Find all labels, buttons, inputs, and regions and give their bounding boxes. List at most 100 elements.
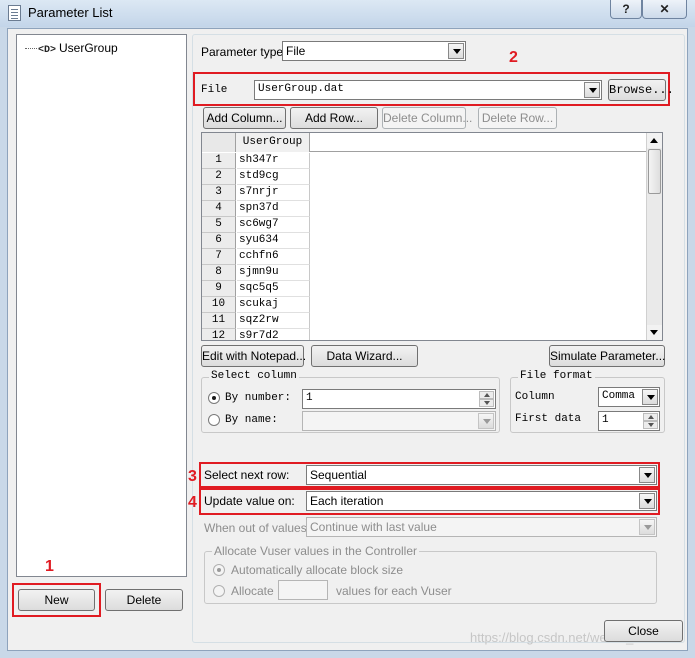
- row-number[interactable]: 1: [202, 153, 236, 169]
- row-number[interactable]: 5: [202, 217, 236, 233]
- tree-item-usergroup[interactable]: <D> UserGroup: [25, 41, 118, 56]
- allocate-label: Allocate: [231, 584, 274, 598]
- when-out-of-values-label: When out of values:: [204, 521, 311, 535]
- allocate-radio[interactable]: [213, 585, 225, 597]
- spin-down-icon[interactable]: [479, 399, 494, 407]
- row-number[interactable]: 8: [202, 265, 236, 281]
- first-data-input[interactable]: 1: [598, 411, 660, 431]
- chevron-down-icon: [448, 43, 464, 59]
- table-cell[interactable]: sjmn9u: [237, 265, 310, 281]
- table-row[interactable]: 7 cchfn6: [202, 249, 310, 265]
- by-number-radio[interactable]: [208, 392, 220, 404]
- help-button[interactable]: ?: [610, 0, 642, 19]
- grid-corner: [202, 133, 236, 152]
- spin-down-icon[interactable]: [643, 421, 658, 429]
- table-cell[interactable]: sh347r: [237, 153, 310, 169]
- allocate-count-input[interactable]: [278, 580, 328, 600]
- table-row[interactable]: 5 sc6wg7: [202, 217, 310, 233]
- spin-up-icon[interactable]: [479, 391, 494, 399]
- add-row-button[interactable]: Add Row...: [290, 107, 378, 129]
- row-number[interactable]: 9: [202, 281, 236, 297]
- table-cell[interactable]: spn37d: [237, 201, 310, 217]
- parameter-type-label: Parameter type:: [201, 45, 287, 59]
- column-delimiter-select[interactable]: Comma: [598, 387, 660, 407]
- table-cell[interactable]: scukaj: [237, 297, 310, 313]
- row-number[interactable]: 11: [202, 313, 236, 329]
- scroll-thumb[interactable]: [648, 149, 661, 194]
- select-next-row-select[interactable]: Sequential: [306, 465, 657, 485]
- scroll-down-icon[interactable]: [647, 325, 662, 340]
- table-row[interactable]: 8 sjmn9u: [202, 265, 310, 281]
- table-cell[interactable]: sc6wg7: [237, 217, 310, 233]
- table-cell[interactable]: std9cg: [237, 169, 310, 185]
- allocate-vuser-title: Allocate Vuser values in the Controller: [212, 544, 419, 558]
- update-value-on-select[interactable]: Each iteration: [306, 491, 657, 511]
- first-data-value: 1: [602, 414, 609, 426]
- simulate-parameter-button[interactable]: Simulate Parameter...: [549, 345, 665, 367]
- browse-button[interactable]: Browse...: [608, 79, 674, 101]
- table-row[interactable]: 4 spn37d: [202, 201, 310, 217]
- chevron-down-icon: [639, 519, 655, 535]
- file-select[interactable]: UserGroup.dat: [254, 80, 602, 100]
- row-number[interactable]: 7: [202, 249, 236, 265]
- edit-with-notepad-button[interactable]: Edit with Notepad...: [201, 345, 306, 367]
- delete-column-button[interactable]: Delete Column...: [382, 107, 472, 129]
- column-number-value: 1: [306, 392, 313, 404]
- delete-row-button[interactable]: Delete Row...: [478, 107, 557, 129]
- column-number-input[interactable]: 1: [302, 389, 496, 409]
- table-cell[interactable]: syu634: [237, 233, 310, 249]
- table-row[interactable]: 11 sqz2rw: [202, 313, 310, 329]
- parameter-tree[interactable]: <D> UserGroup: [16, 34, 187, 577]
- document-icon: [8, 5, 21, 21]
- grid-column-header[interactable]: UserGroup: [236, 133, 310, 152]
- select-column-title: Select column: [209, 370, 299, 382]
- table-row[interactable]: 2 std9cg: [202, 169, 310, 185]
- when-out-of-values-value: Continue with last value: [310, 520, 437, 534]
- add-column-button[interactable]: Add Column...: [203, 107, 286, 129]
- row-number[interactable]: 12: [202, 329, 236, 340]
- allocate-suffix-label: values for each Vuser: [336, 584, 452, 598]
- chevron-down-icon: [584, 82, 600, 98]
- table-cell[interactable]: sqz2rw: [237, 313, 310, 329]
- data-wizard-button[interactable]: Data Wizard...: [311, 345, 418, 367]
- table-cell[interactable]: s7nrjr: [237, 185, 310, 201]
- delete-button[interactable]: Delete: [105, 589, 183, 611]
- row-number[interactable]: 4: [202, 201, 236, 217]
- column-delimiter-value: Comma: [602, 390, 636, 402]
- row-number[interactable]: 6: [202, 233, 236, 249]
- table-cell[interactable]: sqc5q5: [237, 281, 310, 297]
- table-row[interactable]: 3 s7nrjr: [202, 185, 310, 201]
- tree-connector: [25, 48, 37, 50]
- file-format-title: File format: [518, 370, 595, 382]
- parameter-type-value: File: [286, 44, 306, 58]
- table-cell[interactable]: cchfn6: [237, 249, 310, 265]
- by-name-radio[interactable]: [208, 414, 220, 426]
- table-row[interactable]: 9 sqc5q5: [202, 281, 310, 297]
- table-row[interactable]: 12 s9r7d2: [202, 329, 310, 340]
- by-number-label: By number:: [225, 392, 292, 404]
- auto-allocate-radio[interactable]: [213, 564, 225, 576]
- close-button[interactable]: Close: [604, 620, 683, 642]
- row-number[interactable]: 3: [202, 185, 236, 201]
- parameter-data-grid[interactable]: UserGroup 1 sh347r 2 std9cg 3 s7nrjr 4 spn37d 5 s…: [201, 132, 663, 341]
- table-row[interactable]: 6 syu634: [202, 233, 310, 249]
- auto-allocate-label: Automatically allocate block size: [231, 563, 404, 577]
- column-delimiter-label: Column: [515, 391, 555, 403]
- table-row[interactable]: 10 scukaj: [202, 297, 310, 313]
- grid-vertical-scrollbar[interactable]: [646, 133, 662, 340]
- scroll-up-icon[interactable]: [647, 133, 662, 148]
- parameter-icon: <D>: [38, 45, 57, 56]
- parameter-type-select[interactable]: File: [282, 41, 466, 61]
- annotation-number-2: 2: [509, 49, 518, 66]
- column-name-select[interactable]: [302, 411, 496, 431]
- table-row[interactable]: 1 sh347r: [202, 153, 310, 169]
- close-window-button[interactable]: ✕: [642, 0, 687, 19]
- row-number[interactable]: 10: [202, 297, 236, 313]
- update-value-on-label: Update value on:: [204, 494, 295, 508]
- row-number[interactable]: 2: [202, 169, 236, 185]
- grid-header: UserGroup: [202, 133, 648, 152]
- table-cell[interactable]: s9r7d2: [237, 329, 310, 340]
- update-value-on-value: Each iteration: [310, 494, 384, 508]
- spin-up-icon[interactable]: [643, 413, 658, 421]
- when-out-of-values-select[interactable]: Continue with last value: [306, 517, 657, 537]
